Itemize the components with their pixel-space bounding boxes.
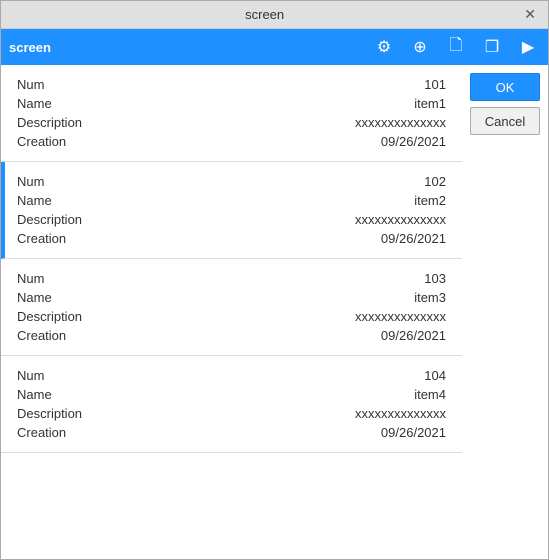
name-label: Name [17, 96, 52, 111]
name-label: Name [17, 387, 52, 402]
num-row: Num 101 [17, 75, 446, 94]
name-row: Name item3 [17, 288, 446, 307]
creation-row: Creation 09/26/2021 [17, 132, 446, 151]
name-row: Name item2 [17, 191, 446, 210]
creation-label: Creation [17, 425, 66, 440]
creation-row: Creation 09/26/2021 [17, 423, 446, 442]
desc-label: Description [17, 309, 82, 324]
desc-value: xxxxxxxxxxxxxx [355, 309, 446, 324]
name-label: Name [17, 193, 52, 208]
list-item[interactable]: Num 104 Name item4 Description xxxxxxxxx… [1, 356, 462, 453]
desc-label: Description [17, 115, 82, 130]
side-buttons: OK Cancel [462, 65, 548, 559]
num-value: 103 [424, 271, 446, 286]
creation-value: 09/26/2021 [381, 328, 446, 343]
close-button[interactable]: ✕ [520, 6, 540, 23]
name-label: Name [17, 290, 52, 305]
name-value: item1 [414, 96, 446, 111]
name-value: item2 [414, 193, 446, 208]
name-value: item3 [414, 290, 446, 305]
creation-label: Creation [17, 134, 66, 149]
globe-icon[interactable]: ⊕ [408, 35, 432, 59]
ok-button[interactable]: OK [470, 73, 540, 101]
desc-value: xxxxxxxxxxxxxx [355, 115, 446, 130]
num-label: Num [17, 174, 44, 189]
desc-row: Description xxxxxxxxxxxxxx [17, 307, 446, 326]
num-value: 101 [424, 77, 446, 92]
toolbar-title: screen [9, 40, 360, 55]
desc-label: Description [17, 406, 82, 421]
name-value: item4 [414, 387, 446, 402]
main-window: screen ✕ screen ⚙ ⊕ 🗋 ❐ ▶ Num 101 Name i… [0, 0, 549, 560]
num-label: Num [17, 271, 44, 286]
creation-row: Creation 09/26/2021 [17, 326, 446, 345]
desc-label: Description [17, 212, 82, 227]
desc-row: Description xxxxxxxxxxxxxx [17, 404, 446, 423]
num-label: Num [17, 368, 44, 383]
num-row: Num 104 [17, 366, 446, 385]
creation-value: 09/26/2021 [381, 134, 446, 149]
content-area: Num 101 Name item1 Description xxxxxxxxx… [1, 65, 548, 559]
creation-row: Creation 09/26/2021 [17, 229, 446, 248]
desc-row: Description xxxxxxxxxxxxxx [17, 113, 446, 132]
num-label: Num [17, 77, 44, 92]
list-item[interactable]: Num 102 Name item2 Description xxxxxxxxx… [1, 162, 462, 259]
record-list[interactable]: Num 101 Name item1 Description xxxxxxxxx… [1, 65, 462, 559]
num-value: 104 [424, 368, 446, 383]
num-row: Num 103 [17, 269, 446, 288]
creation-label: Creation [17, 328, 66, 343]
num-row: Num 102 [17, 172, 446, 191]
creation-label: Creation [17, 231, 66, 246]
creation-value: 09/26/2021 [381, 425, 446, 440]
name-row: Name item1 [17, 94, 446, 113]
num-value: 102 [424, 174, 446, 189]
creation-value: 09/26/2021 [381, 231, 446, 246]
window-title: screen [9, 7, 520, 22]
list-item[interactable]: Num 103 Name item3 Description xxxxxxxxx… [1, 259, 462, 356]
desc-value: xxxxxxxxxxxxxx [355, 406, 446, 421]
gear-icon[interactable]: ⚙ [372, 35, 396, 59]
file-icon[interactable]: 🗋 [444, 35, 468, 59]
desc-value: xxxxxxxxxxxxxx [355, 212, 446, 227]
list-item[interactable]: Num 101 Name item1 Description xxxxxxxxx… [1, 65, 462, 162]
play-icon[interactable]: ▶ [516, 35, 540, 59]
copy-icon[interactable]: ❐ [480, 35, 504, 59]
title-bar: screen ✕ [1, 1, 548, 29]
cancel-button[interactable]: Cancel [470, 107, 540, 135]
toolbar: screen ⚙ ⊕ 🗋 ❐ ▶ [1, 29, 548, 65]
desc-row: Description xxxxxxxxxxxxxx [17, 210, 446, 229]
name-row: Name item4 [17, 385, 446, 404]
